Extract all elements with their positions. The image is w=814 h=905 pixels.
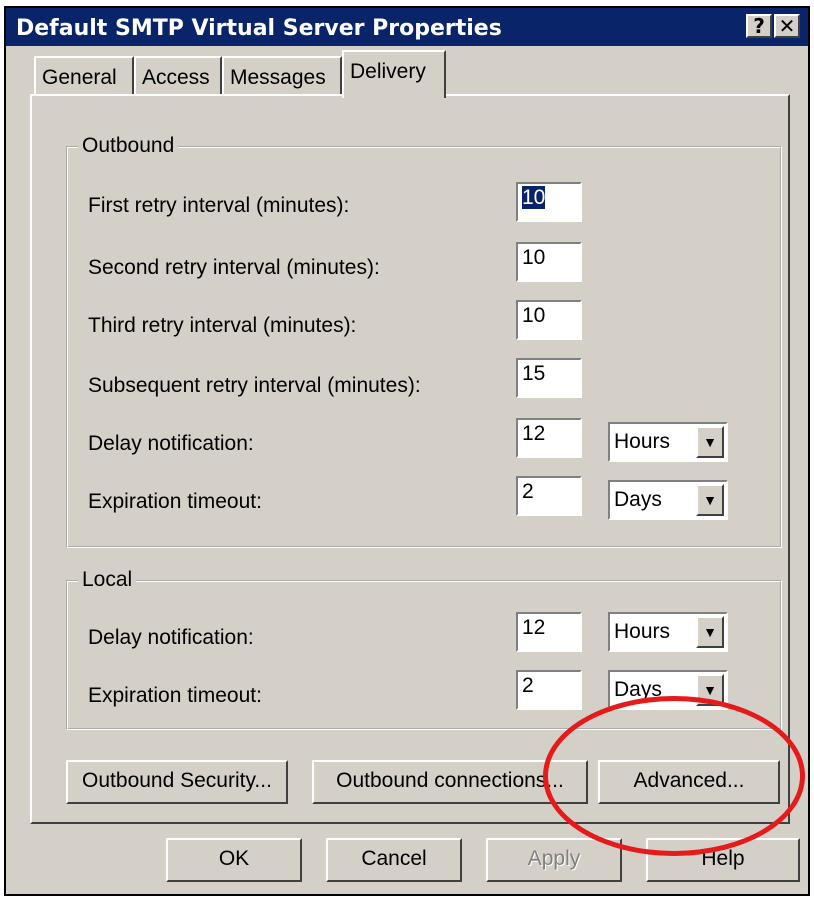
cancel-button[interactable]: Cancel (326, 838, 462, 882)
third-retry-label: Third retry interval (minutes): (88, 314, 357, 337)
outbound-security-button[interactable]: Outbound Security... (66, 760, 288, 804)
tab-general[interactable]: General (34, 56, 134, 96)
outbound-delay-label: Delay notification: (88, 432, 254, 455)
local-legend: Local (78, 568, 137, 592)
third-retry-input[interactable]: 10 (516, 300, 582, 340)
close-button[interactable]: ✕ (774, 14, 800, 38)
local-delay-label: Delay notification: (88, 626, 254, 649)
window-title: Default SMTP Virtual Server Properties (16, 16, 502, 41)
local-delay-unit-select[interactable]: Hours ▼ (608, 612, 728, 652)
apply-button[interactable]: Apply (486, 838, 622, 882)
first-retry-input[interactable]: 10 (516, 182, 582, 222)
outbound-expiration-unit-select[interactable]: Days ▼ (608, 480, 728, 520)
outbound-delay-unit-select[interactable]: Hours ▼ (608, 422, 728, 462)
tab-delivery[interactable]: Delivery (342, 50, 446, 98)
outbound-expiration-input[interactable]: 2 (516, 476, 582, 516)
close-icon: ✕ (778, 14, 796, 38)
subsequent-retry-input[interactable]: 15 (516, 358, 582, 398)
outbound-delay-input[interactable]: 12 (516, 418, 582, 458)
tab-access[interactable]: Access (134, 56, 222, 96)
second-retry-input[interactable]: 10 (516, 242, 582, 282)
dropdown-arrow-icon[interactable]: ▼ (696, 426, 724, 458)
subsequent-retry-label: Subsequent retry interval (minutes): (88, 374, 421, 397)
local-expiration-input[interactable]: 2 (516, 670, 582, 710)
ok-button[interactable]: OK (166, 838, 302, 882)
dropdown-arrow-icon[interactable]: ▼ (696, 484, 724, 516)
question-icon: ? (753, 14, 765, 38)
outbound-legend: Outbound (78, 134, 179, 158)
annotation-circle (543, 696, 805, 856)
first-retry-label: First retry interval (minutes): (88, 194, 350, 217)
title-bar: Default SMTP Virtual Server Properties ?… (6, 8, 808, 46)
outbound-group: Outbound First retry interval (minutes):… (66, 134, 782, 548)
local-expiration-label: Expiration timeout: (88, 684, 262, 707)
help-button[interactable]: ? (746, 14, 772, 38)
tab-messages[interactable]: Messages (222, 56, 342, 96)
outbound-expiration-label: Expiration timeout: (88, 490, 262, 513)
local-delay-input[interactable]: 12 (516, 612, 582, 652)
second-retry-label: Second retry interval (minutes): (88, 256, 380, 279)
dropdown-arrow-icon[interactable]: ▼ (696, 616, 724, 648)
